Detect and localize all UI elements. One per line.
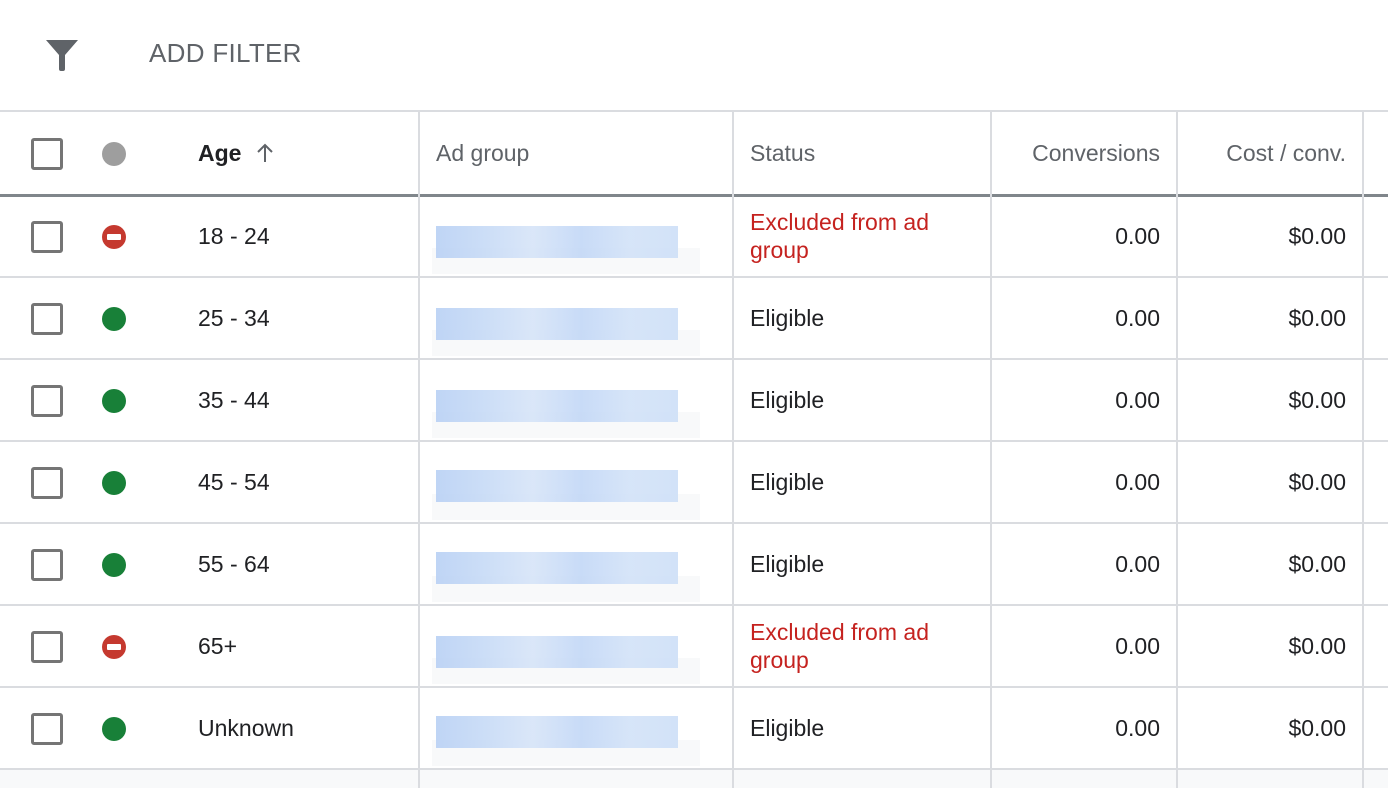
- row-checkbox[interactable]: [31, 549, 63, 581]
- header-conversions[interactable]: Conversions: [993, 112, 1160, 194]
- status-cell: Eligible: [750, 304, 825, 331]
- table-footer: [0, 770, 1388, 788]
- header-status[interactable]: Status: [750, 112, 815, 194]
- status-cell: Eligible: [750, 714, 825, 741]
- age-cell: 25 - 34: [198, 304, 270, 331]
- row-checkbox[interactable]: [31, 221, 63, 253]
- column-divider: [418, 110, 420, 788]
- conversions-cell: 0.00: [1115, 550, 1160, 577]
- row-checkbox[interactable]: [31, 631, 63, 663]
- column-divider: [1176, 110, 1178, 788]
- header-cost-conv[interactable]: Cost / conv.: [1179, 112, 1346, 194]
- ad-group-link-redacted[interactable]: [436, 226, 678, 258]
- excluded-status-icon[interactable]: [102, 635, 126, 659]
- age-cell: 45 - 54: [198, 468, 270, 495]
- filter-toolbar: ADD FILTER: [0, 0, 1388, 110]
- table-row: 45 - 54 Eligible 0.00 $0.00: [0, 442, 1388, 524]
- cost-conv-cell: $0.00: [1288, 714, 1346, 741]
- filter-icon[interactable]: [44, 38, 80, 72]
- conversions-cell: 0.00: [1115, 304, 1160, 331]
- table-row: 65+ Excluded from ad group 0.00 $0.00: [0, 606, 1388, 688]
- cost-conv-cell: $0.00: [1288, 304, 1346, 331]
- status-cell: Eligible: [750, 550, 825, 577]
- conversions-cell: 0.00: [1115, 386, 1160, 413]
- ad-group-link-redacted[interactable]: [436, 308, 678, 340]
- status-cell: Excluded from ad group: [750, 209, 929, 263]
- age-cell: 65+: [198, 632, 238, 659]
- column-divider: [732, 110, 734, 788]
- cost-conv-cell: $0.00: [1288, 468, 1346, 495]
- row-checkbox[interactable]: [31, 713, 63, 745]
- table-row: Unknown Eligible 0.00 $0.00: [0, 688, 1388, 770]
- conversions-cell: 0.00: [1115, 714, 1160, 741]
- age-cell: 55 - 64: [198, 550, 270, 577]
- ad-group-link-redacted[interactable]: [436, 552, 678, 584]
- table-header: Age Ad group Status Conversions Cost / c…: [0, 110, 1388, 197]
- select-all-checkbox[interactable]: [31, 138, 63, 170]
- eligible-status-icon[interactable]: [102, 717, 126, 741]
- row-checkbox[interactable]: [31, 303, 63, 335]
- arrow-upward-icon: [257, 143, 274, 162]
- conversions-cell: 0.00: [1115, 222, 1160, 249]
- ad-group-link-redacted[interactable]: [436, 470, 678, 502]
- column-divider: [990, 110, 992, 788]
- conversions-cell: 0.00: [1115, 632, 1160, 659]
- ad-group-link-redacted[interactable]: [436, 390, 678, 422]
- eligible-status-icon[interactable]: [102, 307, 126, 331]
- add-filter-button[interactable]: ADD FILTER: [149, 38, 302, 69]
- age-cell: 35 - 44: [198, 386, 270, 413]
- age-cell: Unknown: [198, 714, 294, 741]
- header-age[interactable]: Age: [198, 112, 277, 194]
- table-row: 18 - 24 Excluded from ad group 0.00 $0.0…: [0, 196, 1388, 278]
- column-divider: [1362, 110, 1364, 788]
- status-cell: Excluded from ad group: [750, 619, 929, 673]
- eligible-status-icon[interactable]: [102, 553, 126, 577]
- row-checkbox[interactable]: [31, 385, 63, 417]
- table-row: 55 - 64 Eligible 0.00 $0.00: [0, 524, 1388, 606]
- table-row: 25 - 34 Eligible 0.00 $0.00: [0, 278, 1388, 360]
- header-age-label: Age: [198, 139, 242, 166]
- excluded-status-icon[interactable]: [102, 225, 126, 249]
- table-row: 35 - 44 Eligible 0.00 $0.00: [0, 360, 1388, 442]
- header-ad-group[interactable]: Ad group: [436, 112, 529, 194]
- eligible-status-icon[interactable]: [102, 471, 126, 495]
- cost-conv-cell: $0.00: [1288, 386, 1346, 413]
- row-checkbox[interactable]: [31, 467, 63, 499]
- ad-group-link-redacted[interactable]: [436, 716, 678, 748]
- eligible-status-icon[interactable]: [102, 389, 126, 413]
- cost-conv-cell: $0.00: [1288, 632, 1346, 659]
- ad-group-link-redacted[interactable]: [436, 636, 678, 668]
- cost-conv-cell: $0.00: [1288, 550, 1346, 577]
- conversions-cell: 0.00: [1115, 468, 1160, 495]
- cost-conv-cell: $0.00: [1288, 222, 1346, 249]
- status-cell: Eligible: [750, 386, 825, 413]
- status-cell: Eligible: [750, 468, 825, 495]
- age-cell: 18 - 24: [198, 222, 270, 249]
- status-header-icon: [102, 142, 126, 166]
